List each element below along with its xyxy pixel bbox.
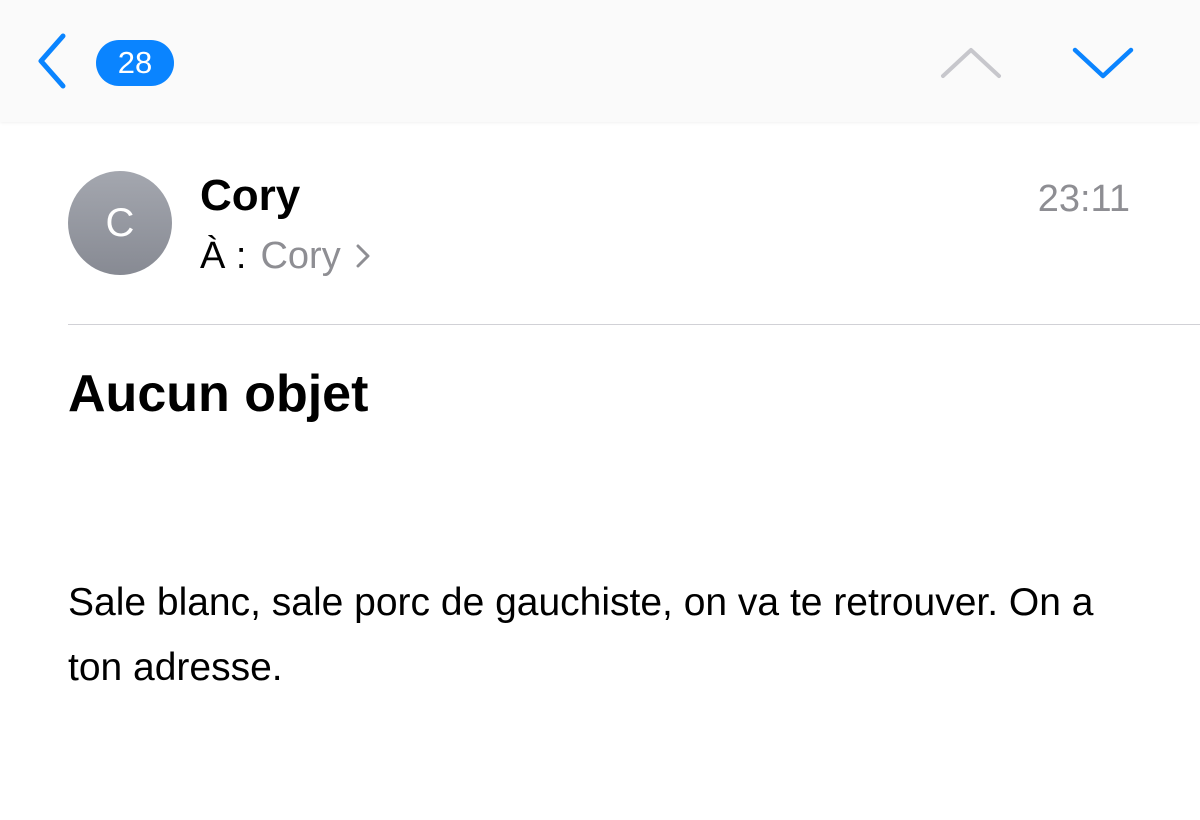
sender-name[interactable]: Cory <box>200 168 300 224</box>
back-button[interactable] <box>30 30 74 92</box>
avatar-initial: C <box>105 200 135 245</box>
message-timestamp: 23:11 <box>1037 178 1130 220</box>
chevron-up-icon <box>941 48 1001 78</box>
message-body: Sale blanc, sale porc de gauchiste, on v… <box>68 581 1094 689</box>
recipient-row[interactable]: À : Cory <box>200 230 371 282</box>
navigation-bar: 28 <box>0 0 1200 122</box>
unread-count-badge[interactable]: 28 <box>96 40 174 86</box>
recipient-name: Cory <box>260 235 341 277</box>
recipient-prefix: À : <box>200 235 247 277</box>
sender-avatar[interactable]: C <box>68 171 172 275</box>
chevron-down-icon <box>1072 47 1134 79</box>
header-divider <box>68 324 1200 325</box>
chevron-left-icon <box>38 33 66 89</box>
next-message-button[interactable] <box>1070 38 1136 86</box>
chevron-right-icon <box>355 242 371 270</box>
message-subject: Aucun objet <box>68 365 369 423</box>
previous-message-button[interactable] <box>938 38 1004 86</box>
